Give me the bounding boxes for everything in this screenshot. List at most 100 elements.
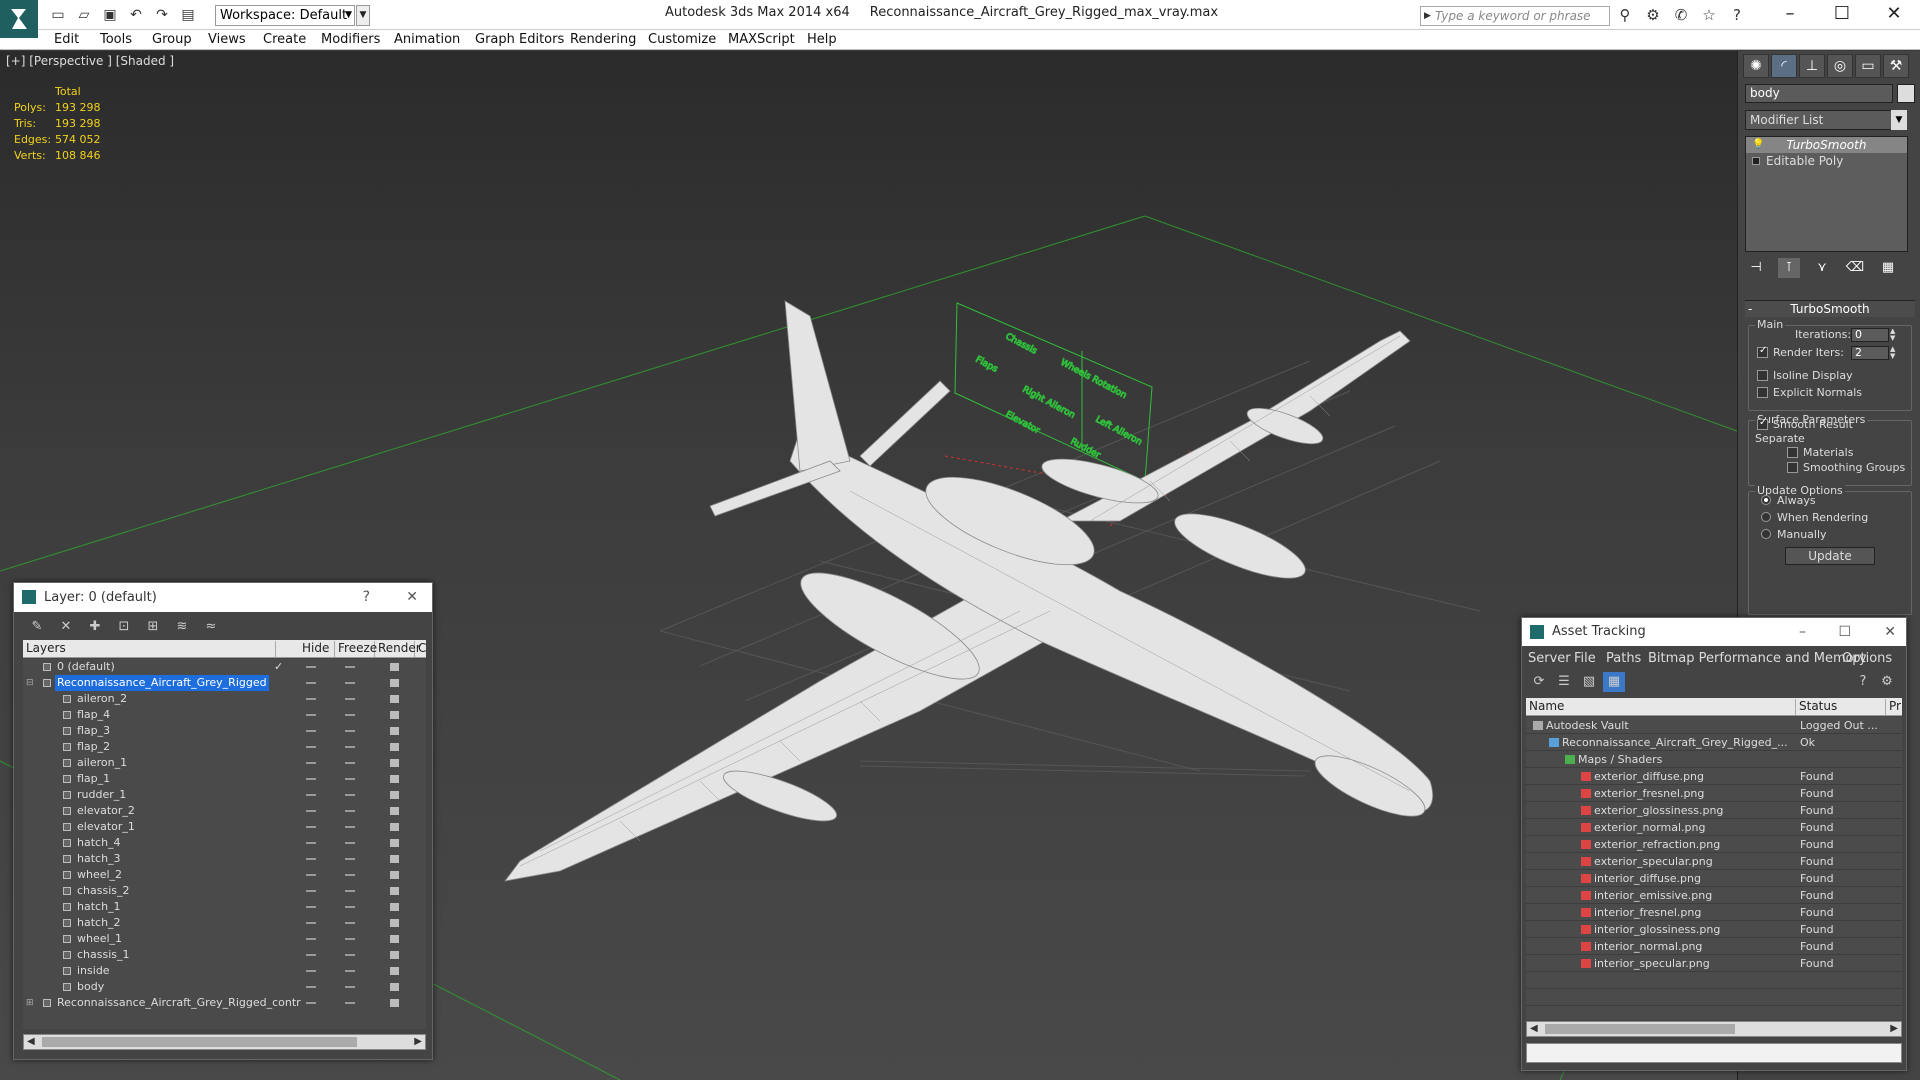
hide-toggle[interactable] — [306, 826, 316, 828]
maximize-button[interactable]: ☐ — [1838, 618, 1851, 646]
menu-help[interactable]: Help — [807, 32, 837, 47]
freeze-toggle[interactable] — [345, 714, 355, 716]
smoothing-groups-checkbox[interactable] — [1787, 462, 1798, 473]
menu-create[interactable]: Create — [263, 32, 306, 47]
modifier-list-dropdown[interactable]: Modifier List ▼ — [1745, 110, 1907, 130]
maximize-button[interactable]: ☐ — [1816, 0, 1868, 30]
freeze-toggle[interactable] — [345, 890, 355, 892]
layer-horizontal-scrollbar[interactable]: ◀ ▶ — [23, 1034, 426, 1050]
hide-toggle[interactable] — [306, 858, 316, 860]
freeze-toggle[interactable] — [345, 970, 355, 972]
refresh-icon[interactable]: ⟳ — [1528, 672, 1550, 692]
render-teapot-icon[interactable] — [390, 759, 399, 767]
render-teapot-icon[interactable] — [390, 823, 399, 831]
layer-row[interactable]: ⊞ Reconnaissance_Aircraft_Grey_Rigged_con… — [23, 995, 426, 1011]
asset-row[interactable]: exterior_normal.png Found — [1526, 819, 1902, 836]
project-folder-icon[interactable]: ▤ — [178, 5, 198, 25]
menu-modifiers[interactable]: Modifiers — [321, 32, 380, 47]
asset-row[interactable]: interior_diffuse.png Found — [1526, 870, 1902, 887]
add-to-layer-icon[interactable]: ✚ — [84, 617, 106, 637]
scroll-left-icon[interactable]: ◀ — [1530, 1022, 1538, 1036]
freeze-toggle[interactable] — [345, 762, 355, 764]
object-row[interactable]: aileron_1 — [23, 755, 426, 771]
scroll-thumb[interactable] — [1545, 1024, 1735, 1034]
hide-toggle[interactable] — [306, 794, 316, 796]
asset-menu-file[interactable]: File — [1574, 651, 1596, 666]
render-teapot-icon[interactable] — [390, 903, 399, 911]
render-teapot-icon[interactable] — [390, 855, 399, 863]
render-teapot-icon[interactable] — [390, 743, 399, 751]
layer-row[interactable]: 0 (default) ✓ — [23, 659, 426, 675]
close-button[interactable]: ✕ — [406, 583, 418, 612]
freeze-toggle[interactable] — [345, 874, 355, 876]
column-color[interactable]: C — [415, 641, 426, 657]
expand-icon[interactable] — [1752, 157, 1760, 165]
asset-row[interactable]: Maps / Shaders — [1526, 751, 1902, 768]
scroll-left-icon[interactable]: ◀ — [27, 1035, 35, 1049]
object-row[interactable]: hatch_2 — [23, 915, 426, 931]
object-row[interactable]: chassis_2 — [23, 883, 426, 899]
menu-maxscript[interactable]: MAXScript — [728, 32, 795, 47]
current-layer-check[interactable]: ✓ — [274, 659, 283, 675]
hide-toggle[interactable] — [306, 970, 316, 972]
menu-animation[interactable]: Animation — [394, 32, 460, 47]
make-unique-icon[interactable]: ⋎ — [1811, 258, 1833, 278]
hide-toggle[interactable] — [306, 810, 316, 812]
close-button[interactable]: ✕ — [1868, 0, 1920, 30]
subscription-icon[interactable]: ⚙ — [1642, 5, 1664, 25]
hide-toggle[interactable] — [306, 666, 316, 668]
app-logo-button[interactable] — [0, 0, 38, 38]
render-teapot-icon[interactable] — [390, 887, 399, 895]
freeze-toggle[interactable] — [345, 698, 355, 700]
when-rendering-radio[interactable] — [1761, 512, 1771, 522]
thumbnail-view-icon[interactable]: ▧ — [1578, 672, 1600, 692]
hide-toggle[interactable] — [306, 682, 316, 684]
hierarchy-tab-icon[interactable]: ⊥ — [1799, 54, 1825, 78]
render-teapot-icon[interactable] — [390, 919, 399, 927]
viewport-label[interactable]: [+] [Perspective ] [Shaded ] — [6, 54, 174, 68]
layer-row[interactable]: ⊟ Reconnaissance_Aircraft_Grey_Rigged — [23, 675, 426, 691]
hide-toggle[interactable] — [306, 890, 316, 892]
show-end-result-icon[interactable]: ⊺ — [1778, 258, 1800, 278]
spinner-arrows-icon[interactable]: ▲ ▼ — [1890, 346, 1898, 360]
object-row[interactable]: hatch_3 — [23, 851, 426, 867]
expand-icon[interactable]: ⊞ — [26, 995, 36, 1011]
communication-icon[interactable]: ✆ — [1670, 5, 1692, 25]
motion-tab-icon[interactable]: ◎ — [1827, 54, 1853, 78]
column-freeze[interactable]: Freeze — [335, 641, 377, 657]
column-pr[interactable]: Pr — [1886, 699, 1902, 715]
render-teapot-icon[interactable] — [390, 791, 399, 799]
freeze-toggle[interactable] — [345, 810, 355, 812]
asset-row[interactable]: Autodesk Vault Logged Out ... — [1526, 717, 1902, 734]
asset-row[interactable]: exterior_refraction.png Found — [1526, 836, 1902, 853]
asset-row[interactable]: exterior_fresnel.png Found — [1526, 785, 1902, 802]
binoculars-icon[interactable]: ⚲ — [1614, 5, 1636, 25]
freeze-toggle[interactable] — [345, 826, 355, 828]
render-teapot-icon[interactable] — [390, 999, 399, 1007]
render-teapot-icon[interactable] — [390, 711, 399, 719]
help-button[interactable]: ? — [363, 583, 370, 612]
hide-toggle[interactable] — [306, 922, 316, 924]
open-file-icon[interactable]: ▱ — [74, 5, 94, 25]
table-view-icon[interactable]: ▦ — [1603, 672, 1625, 692]
minimize-button[interactable]: – — [1799, 618, 1806, 646]
object-name-field[interactable]: body — [1745, 84, 1893, 103]
asset-row[interactable]: interior_glossiness.png Found — [1526, 921, 1902, 938]
hide-toggle[interactable] — [306, 746, 316, 748]
freeze-toggle[interactable] — [345, 666, 355, 668]
render-teapot-icon[interactable] — [390, 839, 399, 847]
hide-toggle[interactable] — [306, 906, 316, 908]
hide-toggle[interactable] — [306, 714, 316, 716]
object-row[interactable]: elevator_1 — [23, 819, 426, 835]
help-icon[interactable]: ? — [1726, 5, 1748, 25]
new-file-icon[interactable]: ▭ — [48, 5, 68, 25]
create-tab-icon[interactable]: ✺ — [1743, 54, 1769, 78]
scroll-right-icon[interactable]: ▶ — [1890, 1022, 1898, 1036]
close-button[interactable]: ✕ — [1884, 618, 1896, 646]
display-tab-icon[interactable]: ▭ — [1855, 54, 1881, 78]
render-teapot-icon[interactable] — [390, 775, 399, 783]
lightbulb-icon[interactable]: 💡 — [1752, 137, 1764, 150]
object-row[interactable]: inside — [23, 963, 426, 979]
menu-customize[interactable]: Customize — [648, 32, 716, 47]
favorites-star-icon[interactable]: ☆ — [1698, 5, 1720, 25]
